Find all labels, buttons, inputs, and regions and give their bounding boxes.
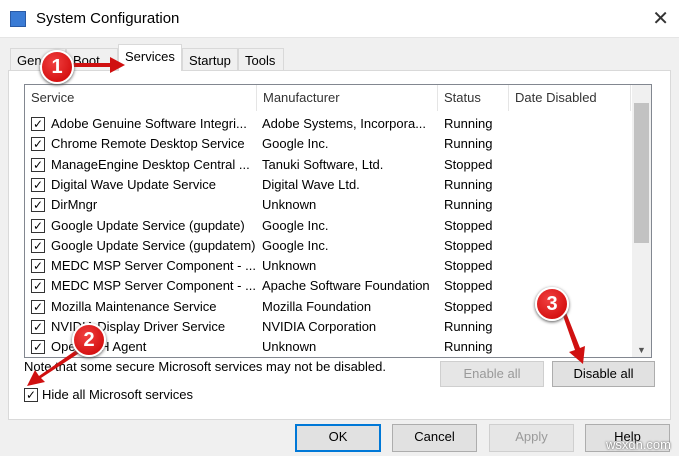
- service-name: MEDC MSP Server Component - ...: [51, 278, 255, 294]
- service-status: Stopped: [444, 217, 493, 233]
- service-status: Running: [444, 176, 493, 192]
- service-checkbox[interactable]: ✓: [31, 279, 45, 294]
- apply-button[interactable]: Apply: [489, 424, 574, 452]
- service-checkbox[interactable]: ✓: [31, 320, 45, 334]
- step-badge-1: 1: [40, 50, 74, 84]
- service-checkbox[interactable]: ✓: [31, 117, 45, 131]
- service-name: Mozilla Maintenance Service: [51, 298, 217, 314]
- column-service[interactable]: Service: [25, 85, 257, 111]
- scroll-down-icon[interactable]: ▼: [637, 345, 646, 355]
- service-row[interactable]: ✓ MEDC MSP Server Component - ... Unknow…: [25, 256, 631, 276]
- service-name: Google Update Service (gupdate): [51, 217, 245, 233]
- service-manufacturer: Apache Software Foundation: [262, 278, 430, 294]
- service-row[interactable]: ✓ Chrome Remote Desktop Service Google I…: [25, 134, 631, 154]
- service-row[interactable]: ✓ Google Update Service (gupdatem) Googl…: [25, 236, 631, 256]
- service-status: Running: [444, 319, 493, 334]
- step-badge-2: 2: [72, 323, 106, 357]
- service-row[interactable]: ✓ ManageEngine Desktop Central ... Tanuk…: [25, 155, 631, 175]
- arrow-1-icon: [70, 57, 125, 73]
- service-name: Chrome Remote Desktop Service: [51, 136, 245, 152]
- service-row[interactable]: ✓ NVIDIA Display Driver Service NVIDIA C…: [25, 317, 631, 337]
- column-status[interactable]: Status: [438, 85, 509, 111]
- service-checkbox[interactable]: ✓: [31, 137, 45, 152]
- service-name: Google Update Service (gupdatem): [51, 237, 255, 253]
- service-row[interactable]: ✓ Adobe Genuine Software Integri... Adob…: [25, 114, 631, 134]
- tab-tools[interactable]: Tools: [238, 48, 284, 71]
- scrollbar-thumb[interactable]: [634, 103, 649, 243]
- service-status: Stopped: [444, 278, 493, 294]
- service-manufacturer: Adobe Systems, Incorpora...: [262, 116, 427, 131]
- app-icon: [10, 11, 26, 27]
- service-manufacturer: Tanuki Software, Ltd.: [262, 156, 384, 172]
- ok-button[interactable]: OK: [295, 424, 381, 452]
- service-manufacturer: Digital Wave Ltd.: [262, 176, 360, 192]
- service-checkbox[interactable]: ✓: [31, 259, 45, 274]
- service-manufacturer: Unknown: [262, 197, 317, 213]
- service-status: Stopped: [444, 156, 493, 172]
- service-status: Running: [444, 136, 493, 152]
- tab-startup[interactable]: Startup: [182, 48, 238, 71]
- vertical-scrollbar[interactable]: ▼: [632, 85, 651, 357]
- close-icon[interactable]: ✕: [652, 6, 669, 31]
- service-manufacturer: Unknown: [262, 339, 317, 355]
- service-row[interactable]: ✓ DirMngr Unknown Running: [25, 195, 631, 215]
- watermark: wsxdn.com: [605, 437, 671, 452]
- enable-all-button[interactable]: Enable all: [440, 361, 544, 387]
- column-manufacturer[interactable]: Manufacturer: [257, 85, 438, 111]
- service-status: Stopped: [444, 237, 493, 253]
- service-checkbox[interactable]: ✓: [31, 299, 45, 314]
- service-manufacturer: NVIDIA Corporation: [262, 319, 377, 334]
- service-row[interactable]: ✓ OpenSSH Agent Unknown Running: [25, 337, 631, 357]
- service-manufacturer: Mozilla Foundation: [262, 298, 372, 314]
- service-name: Digital Wave Update Service: [51, 176, 216, 192]
- service-checkbox[interactable]: ✓: [31, 177, 45, 192]
- service-manufacturer: Unknown: [262, 258, 317, 274]
- service-status: Stopped: [444, 258, 493, 274]
- service-row[interactable]: ✓ Google Update Service (gupdate) Google…: [25, 216, 631, 236]
- service-manufacturer: Google Inc.: [262, 136, 329, 152]
- service-status: Stopped: [444, 298, 493, 314]
- service-checkbox[interactable]: ✓: [31, 238, 45, 253]
- service-manufacturer: Google Inc.: [262, 237, 329, 253]
- service-checkbox[interactable]: ✓: [31, 157, 45, 172]
- service-name: MEDC MSP Server Component - ...: [51, 258, 255, 274]
- service-row[interactable]: ✓ Digital Wave Update Service Digital Wa…: [25, 175, 631, 195]
- service-checkbox[interactable]: ✓: [31, 218, 45, 233]
- service-name: ManageEngine Desktop Central ...: [51, 156, 250, 172]
- service-checkbox[interactable]: ✓: [31, 198, 45, 213]
- service-manufacturer: Google Inc.: [262, 217, 329, 233]
- service-status: Running: [444, 116, 493, 131]
- service-status: Running: [444, 197, 493, 213]
- window-title: System Configuration: [36, 10, 180, 27]
- service-status: Running: [444, 339, 493, 355]
- service-name: DirMngr: [51, 197, 98, 213]
- service-name: Adobe Genuine Software Integri...: [51, 116, 247, 131]
- step-badge-3: 3: [535, 287, 569, 321]
- hide-ms-checkbox[interactable]: ✓: [24, 388, 38, 402]
- column-date-disabled[interactable]: Date Disabled: [509, 85, 631, 111]
- cancel-button[interactable]: Cancel: [392, 424, 477, 452]
- title-bar: System Configuration ✕: [0, 0, 679, 38]
